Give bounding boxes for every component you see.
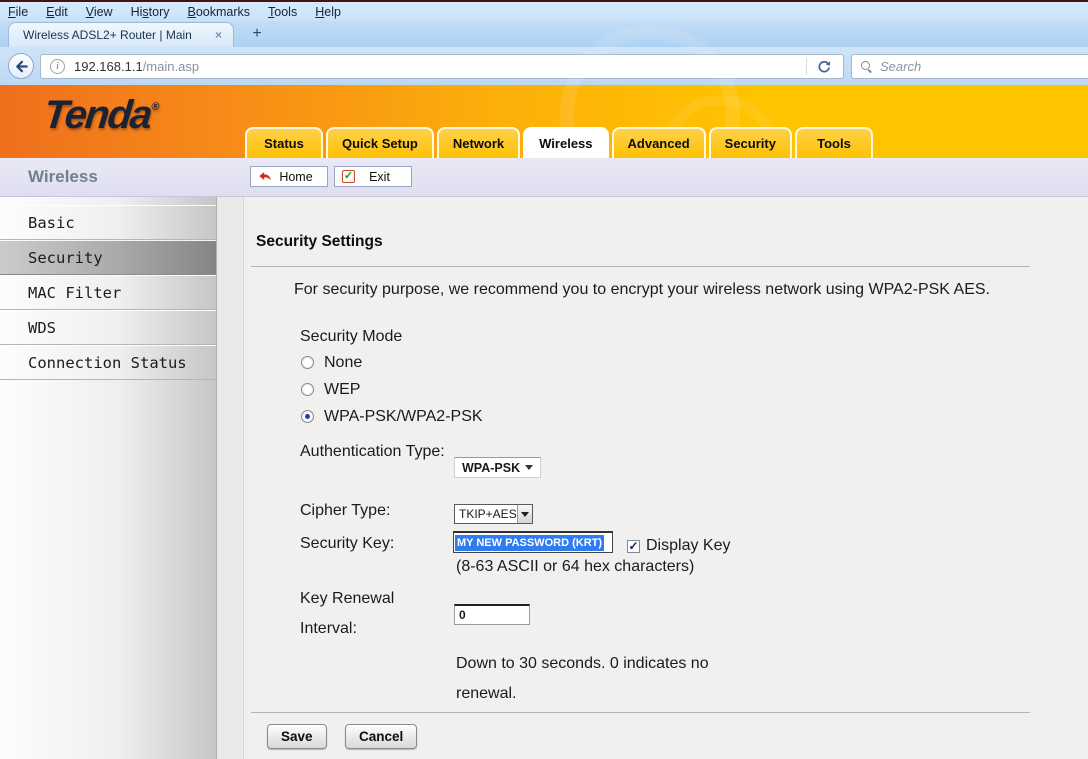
tab-network[interactable]: Network bbox=[437, 127, 520, 158]
radio-button-icon bbox=[301, 356, 314, 369]
registered-mark: ® bbox=[151, 101, 160, 113]
browser-window: File Edit View History Bookmarks Tools H… bbox=[0, 0, 1088, 759]
browser-tab[interactable]: Wireless ADSL2+ Router | Main × bbox=[8, 22, 234, 47]
browser-tab-bar: Wireless ADSL2+ Router | Main × + bbox=[0, 21, 1088, 47]
tab-tools[interactable]: Tools bbox=[795, 127, 873, 158]
tab-status[interactable]: Status bbox=[245, 127, 323, 158]
close-tab-icon[interactable]: × bbox=[212, 28, 225, 42]
reload-button[interactable] bbox=[812, 59, 836, 75]
sidebar-item-connection-status[interactable]: Connection Status bbox=[0, 345, 216, 380]
sidebar-item-security[interactable]: Security bbox=[0, 240, 216, 275]
auth-type-select[interactable]: WPA-PSK bbox=[454, 457, 541, 478]
menu-file[interactable]: File bbox=[8, 5, 28, 19]
security-mode-label: Security Mode bbox=[300, 322, 402, 352]
sidebar-item-basic[interactable]: Basic bbox=[0, 205, 216, 240]
radio-button-icon bbox=[301, 383, 314, 396]
search-icon bbox=[861, 61, 872, 72]
cipher-type-label: Cipher Type: bbox=[300, 496, 390, 526]
new-tab-button[interactable]: + bbox=[244, 24, 270, 45]
search-box[interactable]: Search bbox=[851, 54, 1088, 79]
section-header-bar: Wireless Home ✓ Exit bbox=[0, 158, 1088, 197]
menu-view[interactable]: View bbox=[86, 5, 113, 19]
menu-bookmarks[interactable]: Bookmarks bbox=[188, 5, 251, 19]
browser-menu-bar: File Edit View History Bookmarks Tools H… bbox=[0, 2, 1088, 21]
back-arrow-icon bbox=[14, 59, 29, 74]
tab-wireless[interactable]: Wireless bbox=[523, 127, 608, 158]
exit-button[interactable]: ✓ Exit bbox=[334, 166, 412, 187]
cancel-button[interactable]: Cancel bbox=[345, 724, 417, 749]
page-info-icon[interactable]: i bbox=[50, 59, 65, 74]
main-content: Security Settings For security purpose, … bbox=[243, 197, 1088, 759]
chevron-down-icon bbox=[521, 512, 529, 517]
security-key-label: Security Key: bbox=[300, 529, 394, 559]
sidebar-item-wds[interactable]: WDS bbox=[0, 310, 216, 345]
url-host: 192.168.1.1 bbox=[74, 59, 143, 74]
radio-wep[interactable]: WEP bbox=[301, 376, 360, 403]
cipher-type-select[interactable]: TKIP+AES bbox=[454, 504, 533, 524]
auth-type-label: Authentication Type: bbox=[300, 437, 450, 467]
security-key-input[interactable]: MY NEW PASSWORD (KRT) bbox=[453, 531, 613, 553]
page-body: Basic Security MAC Filter WDS Connection… bbox=[0, 197, 1088, 759]
key-renewal-hint: Down to 30 seconds. 0 indicates no renew… bbox=[456, 649, 741, 709]
menu-edit[interactable]: Edit bbox=[46, 5, 68, 19]
urlbar-divider bbox=[806, 58, 807, 75]
exit-checkbox-icon: ✓ bbox=[342, 170, 355, 183]
security-key-selected-text: MY NEW PASSWORD (KRT) bbox=[455, 535, 604, 551]
divider bbox=[251, 266, 1030, 267]
tab-advanced[interactable]: Advanced bbox=[612, 127, 706, 158]
checkbox-icon: ✓ bbox=[627, 540, 640, 553]
page-title: Security Settings bbox=[256, 233, 383, 251]
security-key-hint: (8-63 ASCII or 64 hex characters) bbox=[456, 552, 694, 582]
select-arrow-button[interactable] bbox=[517, 505, 532, 523]
menu-help[interactable]: Help bbox=[315, 5, 341, 19]
intro-text: For security purpose, we recommend you t… bbox=[294, 281, 990, 299]
url-text: 192.168.1.1/main.asp bbox=[74, 59, 199, 74]
home-button[interactable]: Home bbox=[250, 166, 328, 187]
browser-tab-title: Wireless ADSL2+ Router | Main bbox=[23, 28, 212, 42]
save-button[interactable]: Save bbox=[267, 724, 327, 749]
back-button[interactable] bbox=[8, 53, 34, 79]
menu-tools[interactable]: Tools bbox=[268, 5, 297, 19]
home-arrow-icon bbox=[258, 171, 272, 182]
chevron-down-icon bbox=[525, 465, 533, 470]
section-title: Wireless bbox=[28, 167, 98, 187]
key-renewal-label: Key Renewal Interval: bbox=[300, 584, 420, 644]
browser-navigation-bar: i 192.168.1.1/main.asp Search bbox=[0, 47, 1088, 85]
radio-wpa-psk-wpa2-psk[interactable]: WPA-PSK/WPA2-PSK bbox=[301, 403, 483, 430]
url-path: /main.asp bbox=[143, 59, 199, 74]
router-banner: Tenda® Status Quick Setup Network Wirele… bbox=[0, 85, 1088, 158]
reload-icon bbox=[817, 60, 831, 74]
tab-quick-setup[interactable]: Quick Setup bbox=[326, 127, 434, 158]
tenda-logo: Tenda® bbox=[42, 93, 161, 138]
sidebar-item-mac-filter[interactable]: MAC Filter bbox=[0, 275, 216, 310]
sidebar: Basic Security MAC Filter WDS Connection… bbox=[0, 197, 217, 759]
key-renewal-input[interactable]: 0 bbox=[454, 604, 530, 625]
radio-button-icon bbox=[301, 410, 314, 423]
router-nav-tabs: Status Quick Setup Network Wireless Adva… bbox=[245, 127, 873, 158]
search-placeholder: Search bbox=[880, 59, 921, 74]
radio-none[interactable]: None bbox=[301, 349, 362, 376]
divider bbox=[251, 712, 1030, 713]
tab-security[interactable]: Security bbox=[709, 127, 792, 158]
menu-history[interactable]: History bbox=[131, 5, 170, 19]
